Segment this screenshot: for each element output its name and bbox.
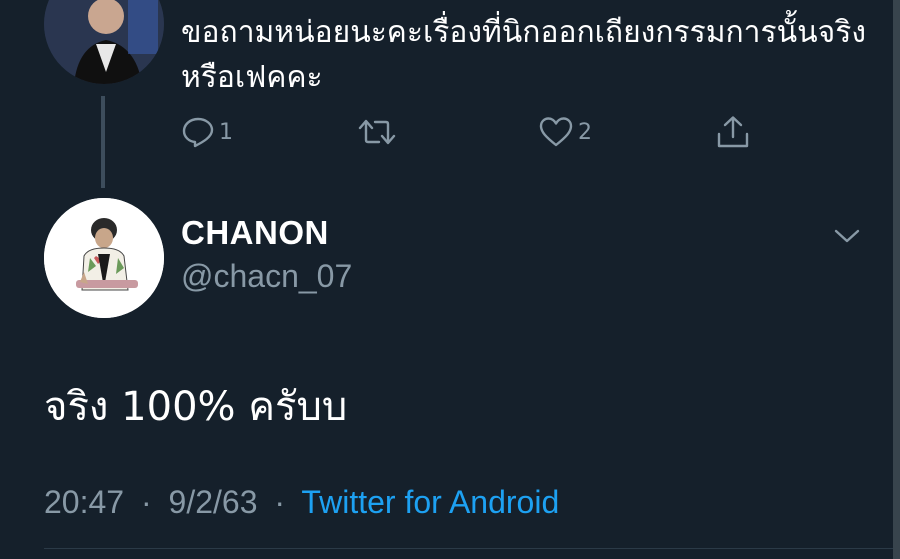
tweet-actions: 1 2 xyxy=(181,112,781,152)
display-name[interactable]: CHANON xyxy=(181,214,329,252)
tweet-time: 20:47 xyxy=(44,484,125,520)
share-button[interactable] xyxy=(715,112,751,152)
chevron-down-icon xyxy=(832,229,862,254)
reply-avatar[interactable] xyxy=(44,198,164,318)
like-button[interactable]: 2 xyxy=(538,112,592,152)
meta-separator: · xyxy=(274,484,286,520)
like-icon xyxy=(538,116,574,148)
retweet-button[interactable] xyxy=(357,112,401,152)
share-icon xyxy=(715,114,751,150)
thread-line xyxy=(101,96,105,188)
tweet-date: 9/2/63 xyxy=(168,484,258,520)
reply-button[interactable]: 1 xyxy=(181,112,233,152)
user-handle[interactable]: @chacn_07 xyxy=(181,258,352,295)
retweet-icon xyxy=(357,116,397,148)
reply-count: 1 xyxy=(219,119,233,145)
tweet-meta: 20:47 · 9/2/63 · Twitter for Android xyxy=(44,484,559,521)
parent-avatar[interactable] xyxy=(44,0,164,84)
like-count: 2 xyxy=(578,119,592,145)
tweet-menu-button[interactable] xyxy=(832,222,862,250)
reply-tweet-text: จริง 100% ครับบ xyxy=(44,384,348,430)
reply-icon xyxy=(181,116,215,148)
parent-tweet-text: ขอถามหน่อยนะคะเรื่องที่นิกออกเถียงกรรมกา… xyxy=(181,15,866,95)
tweet-source-link[interactable]: Twitter for Android xyxy=(301,484,559,520)
meta-separator: · xyxy=(140,484,152,520)
divider xyxy=(44,548,893,549)
scrollbar[interactable] xyxy=(893,0,900,559)
